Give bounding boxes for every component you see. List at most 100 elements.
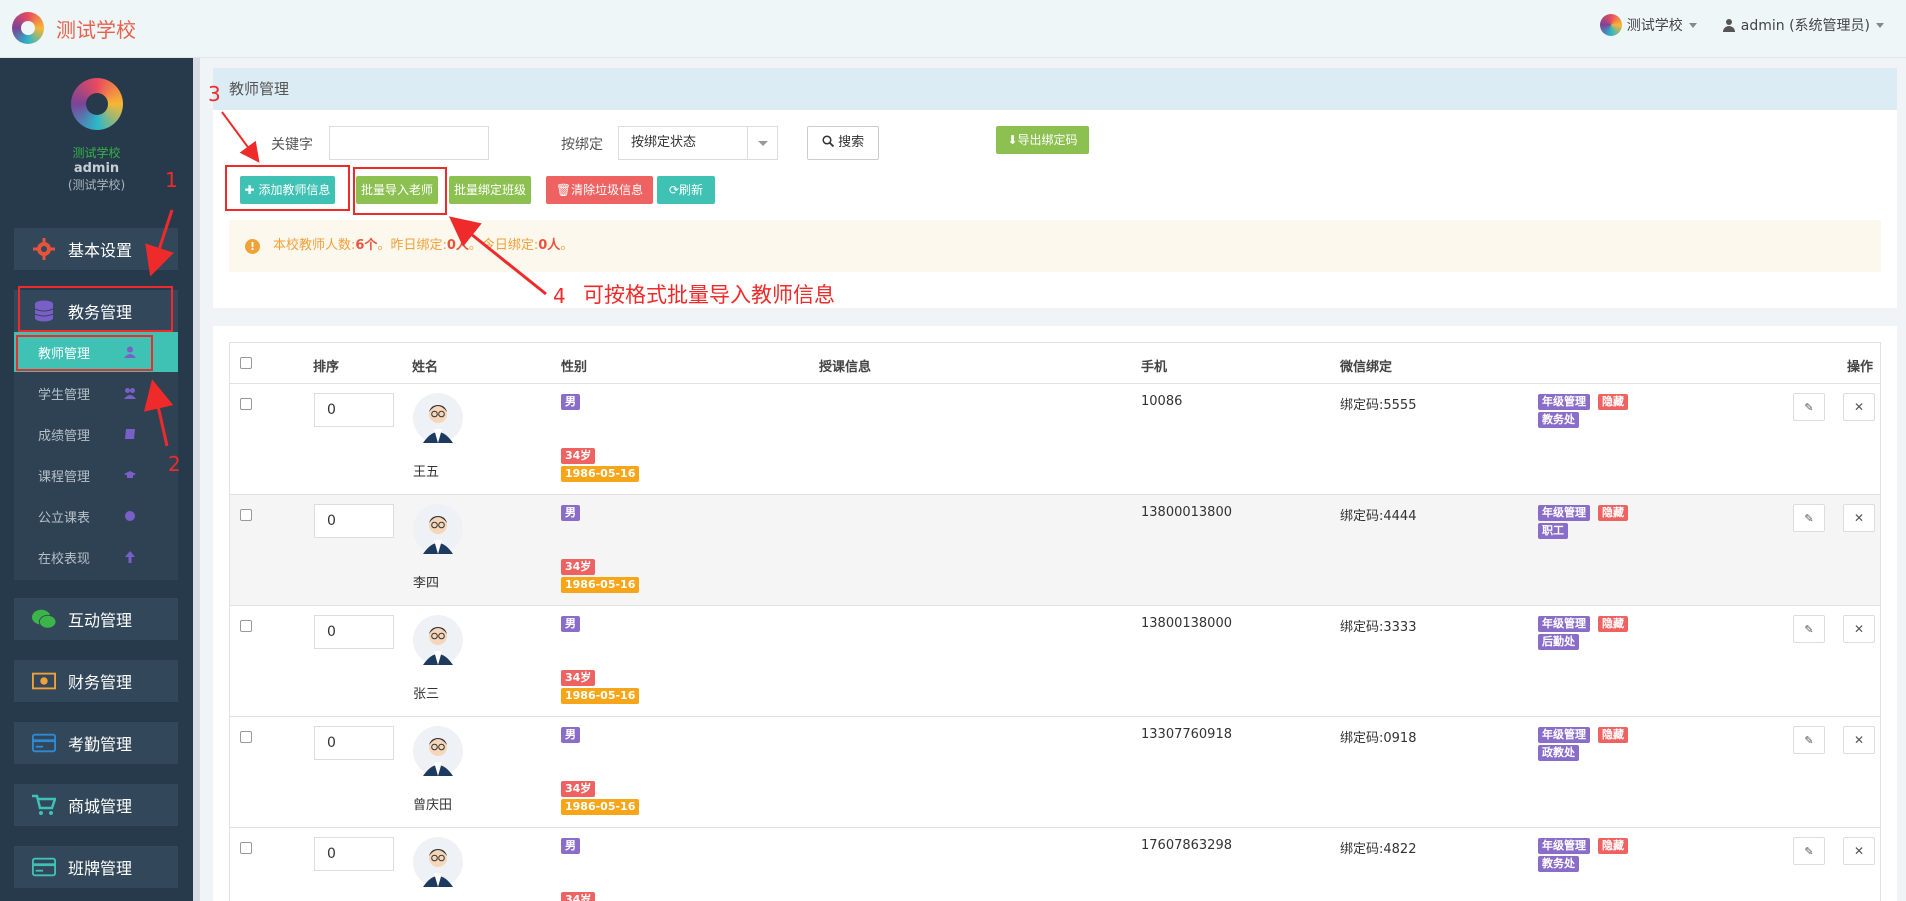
edit-button[interactable]: ✎ (1793, 393, 1825, 421)
table-header: 排序 姓名 性别 授课信息 手机 微信绑定 操作 (229, 342, 1881, 384)
money-icon (32, 669, 56, 693)
sort-input[interactable]: 0 (314, 615, 394, 649)
row-checkbox[interactable] (240, 731, 252, 743)
keyword-input[interactable] (329, 126, 489, 160)
row-checkbox[interactable] (240, 509, 252, 521)
card-icon (32, 855, 56, 879)
header-gender: 性别 (561, 360, 588, 375)
role-badge: 年级管理 (1538, 394, 1590, 410)
bind-status-select[interactable]: 按绑定状态 (618, 126, 778, 160)
annotation-box-submenu (16, 335, 153, 371)
birthday-badge: 1986-05-16 (561, 466, 640, 482)
sort-input[interactable]: 0 (314, 504, 394, 538)
refresh-icon: ⟳ (668, 183, 680, 197)
wechat-bind-code: 绑定码:0918 (1340, 731, 1417, 746)
submenu-course-management[interactable]: 课程管理 (14, 455, 178, 495)
trash-icon: 🗑 (555, 183, 572, 197)
sort-input[interactable]: 0 (314, 726, 394, 760)
teacher-stats-notice: ! 本校教师人数:6个。昨日绑定:0人。今日绑定:0人。 (229, 220, 1881, 272)
dept-badge: 政教处 (1538, 745, 1579, 761)
header-phone: 手机 (1141, 360, 1168, 375)
phone: 13307760918 (1141, 727, 1232, 742)
school-switcher-label: 测试学校 (1626, 18, 1683, 34)
refresh-button[interactable]: ⟳刷新 (657, 176, 715, 204)
avatar (413, 837, 463, 887)
table-row: 0 王五 男 34岁 1986-05-16 10086 绑定码:5555 年级管… (229, 384, 1881, 495)
menu-store[interactable]: 商城管理 (14, 784, 178, 826)
batch-bind-class-button[interactable]: 批量绑定班级 (449, 176, 531, 204)
delete-button[interactable]: ✕ (1843, 393, 1875, 421)
sidebar-scrollbar[interactable] (193, 58, 200, 901)
cart-icon (32, 793, 56, 817)
phone: 10086 (1141, 394, 1183, 409)
submenu-label: 学生管理 (38, 387, 91, 403)
dept-badge: 教务处 (1538, 856, 1579, 872)
submenu-student-management[interactable]: 学生管理 (14, 373, 178, 413)
bind-status-value: 按绑定状态 (631, 135, 697, 150)
delete-button[interactable]: ✕ (1843, 837, 1875, 865)
delete-button[interactable]: ✕ (1843, 726, 1875, 754)
app-name: 测试学校 (56, 17, 136, 42)
annotation-number-2: 2 (168, 452, 181, 476)
graduation-cap-icon (124, 471, 136, 478)
annotation-box-add (225, 165, 350, 211)
menu-finance[interactable]: 财务管理 (14, 660, 178, 702)
delete-button[interactable]: ✕ (1843, 504, 1875, 532)
user-icon (1722, 18, 1735, 32)
dept-badge: 后勤处 (1538, 634, 1579, 650)
user-menu[interactable]: admin (系统管理员) (1722, 15, 1884, 35)
sort-input[interactable]: 0 (314, 837, 394, 871)
users-icon (124, 388, 136, 399)
row-checkbox[interactable] (240, 620, 252, 632)
wechat-bind-code: 绑定码:3333 (1340, 620, 1417, 635)
edit-button[interactable]: ✎ (1793, 504, 1825, 532)
bind-label: 按绑定 (561, 137, 603, 153)
clear-junk-button[interactable]: 🗑清除垃圾信息 (546, 176, 653, 204)
search-button[interactable]: 搜索 (807, 126, 879, 160)
header-name: 姓名 (412, 360, 439, 375)
submenu-grade-management[interactable]: 成绩管理 (14, 414, 178, 454)
submenu-school-performance[interactable]: 在校表现 (14, 537, 178, 577)
menu-class-board[interactable]: 班牌管理 (14, 846, 178, 888)
filter-panel: 教师管理 关键字 按绑定 按绑定状态 搜索 ⬇导出绑定码 ✚ 添加教师信息 批量… (213, 68, 1897, 308)
school-switcher[interactable]: 测试学校 (1599, 14, 1697, 36)
row-checkbox[interactable] (240, 842, 252, 854)
close-icon: ✕ (1853, 511, 1865, 525)
delete-button[interactable]: ✕ (1843, 615, 1875, 643)
menu-interaction[interactable]: 互动管理 (14, 598, 178, 640)
edit-button[interactable]: ✎ (1793, 726, 1825, 754)
annotation-number-4: 4 (553, 284, 566, 308)
dept-badge: 教务处 (1538, 412, 1579, 428)
phone: 13800013800 (1141, 505, 1232, 520)
menu-attendance[interactable]: 考勤管理 (14, 722, 178, 764)
hidden-badge: 隐藏 (1598, 394, 1628, 410)
notice-prefix: 本校教师人数: (273, 238, 356, 253)
edit-button[interactable]: ✎ (1793, 837, 1825, 865)
age-badge: 34岁 (561, 892, 596, 901)
header-wechat: 微信绑定 (1340, 360, 1393, 375)
header-sort: 排序 (313, 360, 340, 375)
menu-basic-settings[interactable]: 基本设置 (14, 228, 178, 270)
submenu-public-timetable[interactable]: 公立课表 (14, 496, 178, 536)
edit-button[interactable]: ✎ (1793, 615, 1825, 643)
wechat-bind-code: 绑定码:5555 (1340, 398, 1417, 413)
pencil-icon: ✎ (1804, 511, 1814, 525)
today-bound: 0人 (538, 238, 561, 253)
export-bind-code-button[interactable]: ⬇导出绑定码 (996, 126, 1089, 154)
menu-label: 财务管理 (68, 673, 133, 692)
gear-icon (32, 237, 56, 261)
chevron-down-icon (747, 127, 777, 159)
avatar (413, 726, 463, 776)
select-all-checkbox[interactable] (240, 357, 252, 369)
annotation-box-menu (18, 286, 173, 332)
teacher-table-panel: 排序 姓名 性别 授课信息 手机 微信绑定 操作 0 王五 男 34岁 1986… (213, 326, 1897, 901)
age-badge: 34岁 (561, 448, 596, 464)
annotation-box-import (353, 167, 447, 215)
brand[interactable]: 测试学校 (12, 12, 136, 44)
gender-badge: 男 (561, 505, 580, 521)
birthday-badge: 1986-05-16 (561, 577, 640, 593)
submenu-label: 公立课表 (38, 510, 91, 526)
header-action: 操作 (1847, 360, 1874, 375)
sort-input[interactable]: 0 (314, 393, 394, 427)
row-checkbox[interactable] (240, 398, 252, 410)
